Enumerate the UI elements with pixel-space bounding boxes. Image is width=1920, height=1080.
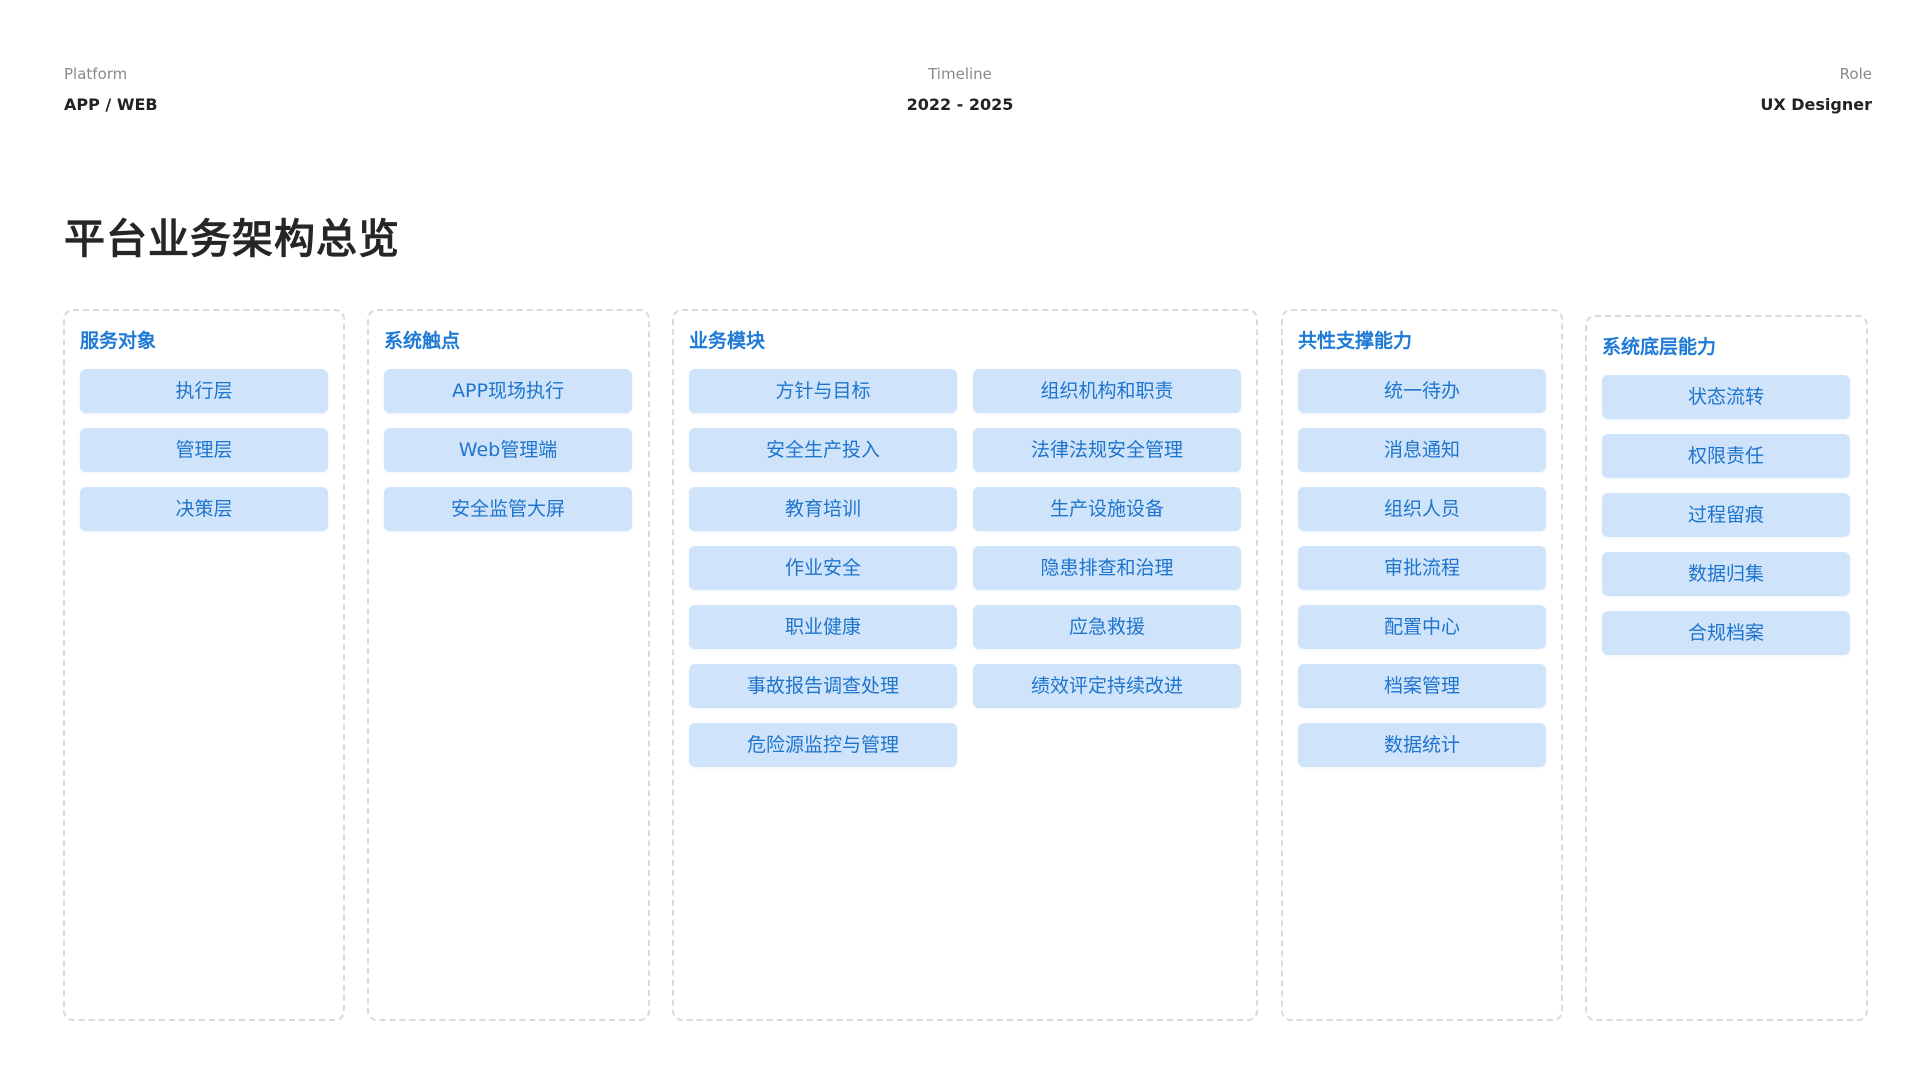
column-items: 方针与目标 组织机构和职责 安全生产投入 法律法规安全管理 教育培训 生产设施设… <box>689 369 1241 767</box>
meta-platform: Platform APP / WEB <box>64 64 158 116</box>
column-system-touchpoints: 系统触点 APP现场执行 Web管理端 安全监管大屏 <box>367 309 650 1021</box>
module-pill[interactable]: 状态流转 <box>1602 375 1850 419</box>
column-common-support: 共性支撑能力 统一待办 消息通知 组织人员 审批流程 配置中心 档案管理 数据统… <box>1281 309 1563 1021</box>
module-pill[interactable]: 决策层 <box>80 487 328 531</box>
module-pill[interactable]: 应急救援 <box>973 605 1241 649</box>
column-business-modules: 业务模块 方针与目标 组织机构和职责 安全生产投入 法律法规安全管理 教育培训 … <box>672 309 1258 1021</box>
module-pill[interactable]: 绩效评定持续改进 <box>973 664 1241 708</box>
column-items: 统一待办 消息通知 组织人员 审批流程 配置中心 档案管理 数据统计 <box>1298 369 1546 767</box>
module-pill[interactable]: 消息通知 <box>1298 428 1546 472</box>
column-service-objects: 服务对象 执行层 管理层 决策层 <box>63 309 345 1021</box>
module-pill[interactable]: 数据归集 <box>1602 552 1850 596</box>
role-label: Role <box>1839 65 1872 83</box>
platform-label: Platform <box>64 65 128 83</box>
meta-timeline: Timeline 2022 - 2025 <box>860 64 1060 116</box>
module-pill[interactable]: 过程留痕 <box>1602 493 1850 537</box>
module-pill[interactable]: 方针与目标 <box>689 369 957 413</box>
module-pill[interactable]: 组织机构和职责 <box>973 369 1241 413</box>
module-pill[interactable]: 安全生产投入 <box>689 428 957 472</box>
module-pill[interactable]: 执行层 <box>80 369 328 413</box>
module-pill[interactable]: 作业安全 <box>689 546 957 590</box>
module-pill[interactable]: 危险源监控与管理 <box>689 723 957 767</box>
column-items: APP现场执行 Web管理端 安全监管大屏 <box>384 369 632 531</box>
module-pill[interactable]: 职业健康 <box>689 605 957 649</box>
module-pill[interactable]: 统一待办 <box>1298 369 1546 413</box>
column-items: 状态流转 权限责任 过程留痕 数据归集 合规档案 <box>1602 375 1850 655</box>
module-pill[interactable]: 管理层 <box>80 428 328 472</box>
column-title: 系统底层能力 <box>1602 336 1717 358</box>
module-pill[interactable]: 安全监管大屏 <box>384 487 632 531</box>
module-pill[interactable]: 合规档案 <box>1602 611 1850 655</box>
module-pill[interactable]: 生产设施设备 <box>973 487 1241 531</box>
module-pill[interactable]: 档案管理 <box>1298 664 1546 708</box>
module-pill[interactable]: 审批流程 <box>1298 546 1546 590</box>
module-pill[interactable]: Web管理端 <box>384 428 632 472</box>
module-pill[interactable]: 配置中心 <box>1298 605 1546 649</box>
column-title: 共性支撑能力 <box>1298 330 1413 352</box>
module-pill[interactable]: 权限责任 <box>1602 434 1850 478</box>
timeline-value: 2022 - 2025 <box>906 95 1014 114</box>
module-pill[interactable]: APP现场执行 <box>384 369 632 413</box>
module-pill[interactable]: 隐患排查和治理 <box>973 546 1241 590</box>
module-pill[interactable]: 教育培训 <box>689 487 957 531</box>
column-items: 执行层 管理层 决策层 <box>80 369 328 531</box>
module-pill[interactable]: 事故报告调查处理 <box>689 664 957 708</box>
timeline-label: Timeline <box>928 65 992 83</box>
module-pill[interactable]: 组织人员 <box>1298 487 1546 531</box>
module-pill[interactable]: 数据统计 <box>1298 723 1546 767</box>
column-system-base: 系统底层能力 状态流转 权限责任 过程留痕 数据归集 合规档案 <box>1585 315 1868 1021</box>
platform-value: APP / WEB <box>64 95 158 114</box>
role-value: UX Designer <box>1760 95 1872 114</box>
meta-role: Role UX Designer <box>1760 64 1872 116</box>
module-pill[interactable]: 法律法规安全管理 <box>973 428 1241 472</box>
column-title: 服务对象 <box>80 330 157 352</box>
column-title: 业务模块 <box>689 330 766 352</box>
column-title: 系统触点 <box>384 330 461 352</box>
page-title: 平台业务架构总览 <box>64 215 400 264</box>
